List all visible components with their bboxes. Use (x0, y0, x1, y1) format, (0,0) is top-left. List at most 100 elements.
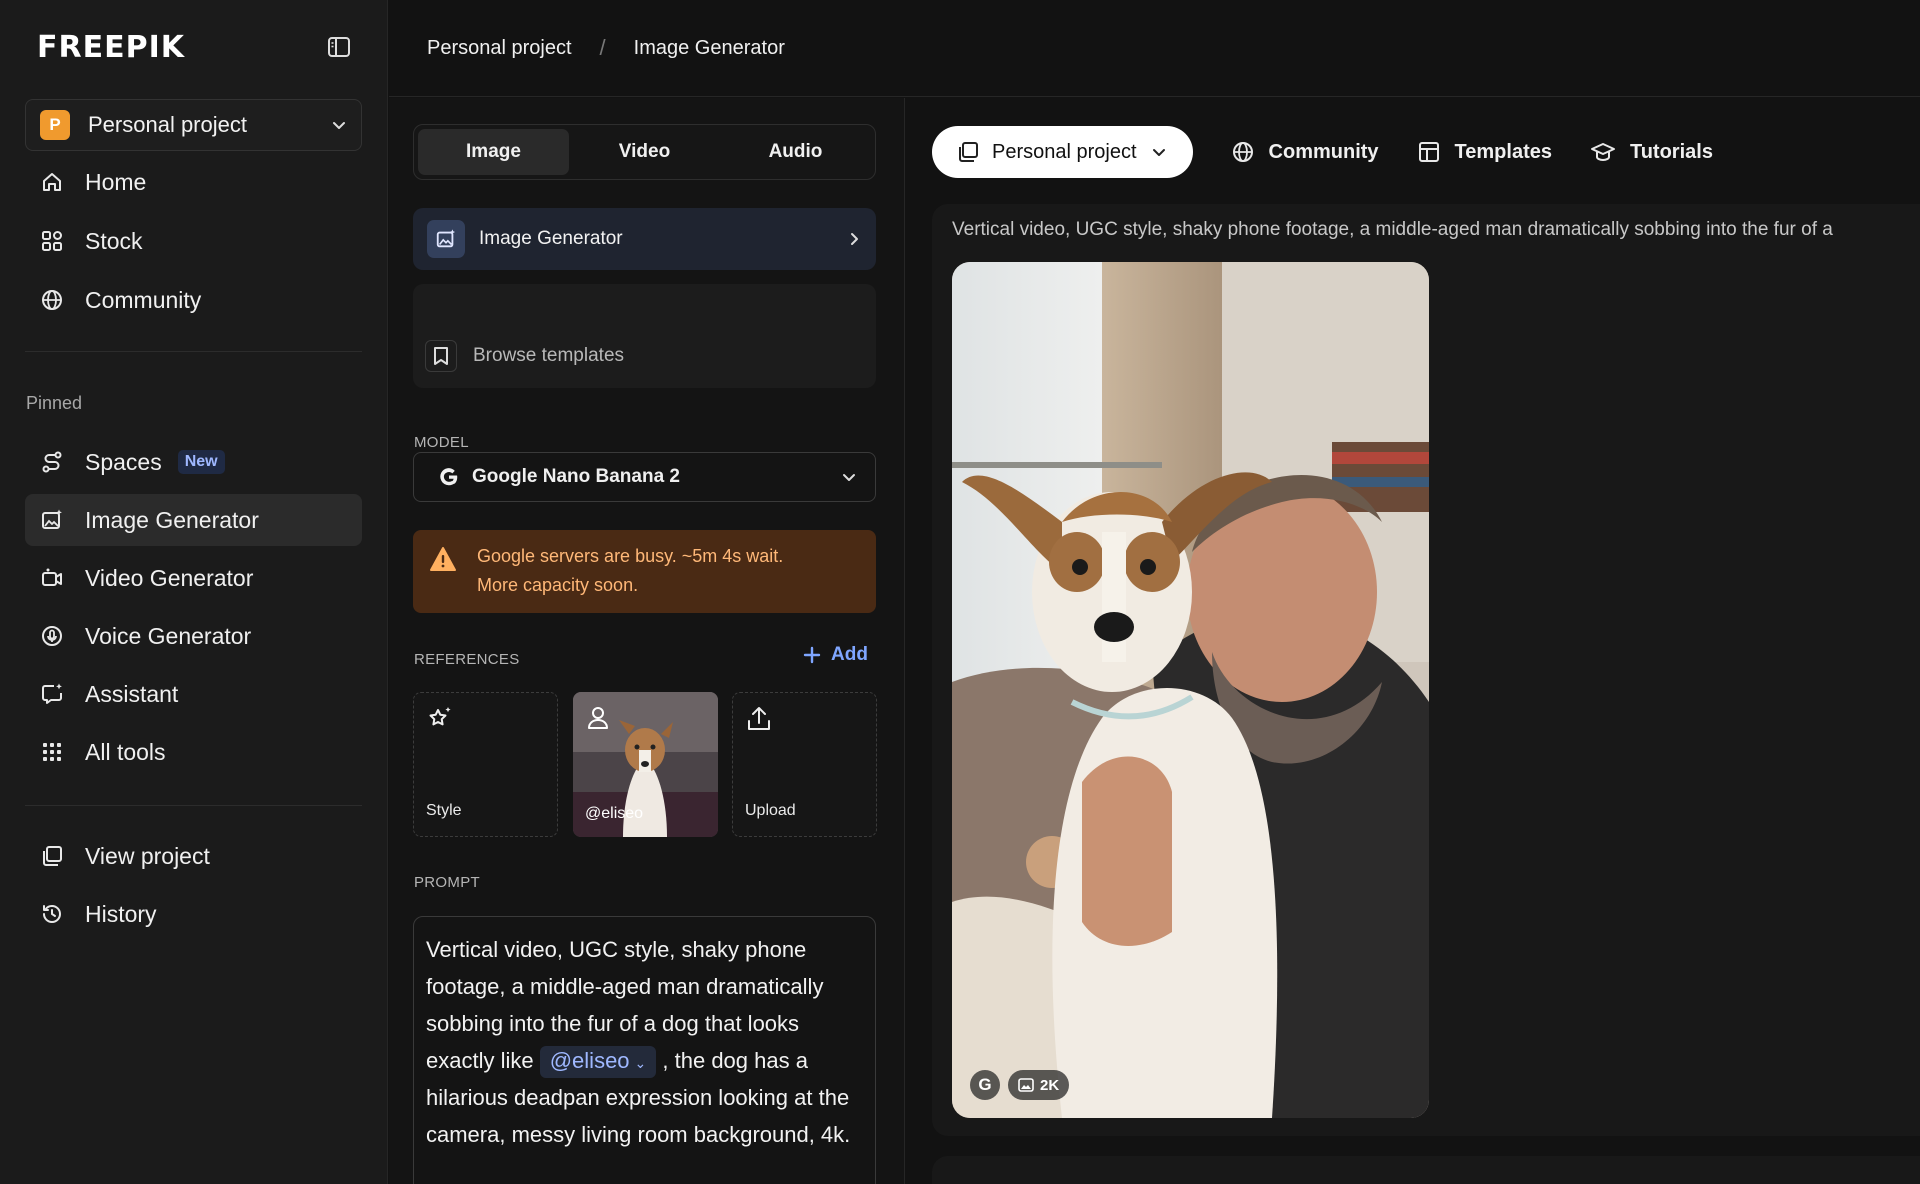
capacity-warning: Google servers are busy. ~5m 4s wait. Mo… (413, 530, 876, 613)
browse-templates-label: Browse templates (473, 345, 625, 366)
project-selector[interactable]: P Personal project (25, 99, 362, 151)
sidebar-item-label: Video Generator (85, 564, 254, 591)
breadcrumb-current-page: Image Generator (633, 36, 785, 59)
sidebar-item-all-tools[interactable]: All tools (25, 726, 362, 778)
sidebar-item-voice-generator[interactable]: Voice Generator (25, 610, 362, 662)
globe-icon (1231, 140, 1255, 164)
tab-label: Community (1268, 140, 1379, 163)
tool-selector[interactable]: Image Generator (413, 208, 876, 270)
add-reference-button[interactable]: Add (803, 644, 868, 666)
tab-community[interactable]: Community (1231, 140, 1379, 164)
model-name: Google Nano Banana 2 (472, 466, 680, 487)
mention-label: @eliseo (549, 1048, 630, 1073)
sidebar-item-video-generator[interactable]: Video Generator (25, 552, 362, 604)
sidebar-item-label: View project (85, 842, 210, 869)
prompt-text: Vertical video, UGC style, shaky phone f… (426, 931, 863, 1153)
google-icon (438, 466, 460, 488)
style-label: Style (426, 802, 462, 819)
chevron-down-icon (331, 117, 347, 133)
assistant-icon (38, 680, 66, 708)
project-name: Personal project (88, 112, 247, 137)
project-icon (38, 842, 66, 870)
tab-tutorials[interactable]: Tutorials (1590, 140, 1713, 164)
freepik-logo[interactable]: FREEPIK (37, 30, 357, 66)
sidebar-item-assistant[interactable]: Assistant (25, 668, 362, 720)
pinned-section-title: Pinned (26, 393, 83, 413)
sidebar-item-home[interactable]: Home (25, 156, 362, 208)
sidebar-item-label: Community (85, 286, 202, 313)
plus-icon (803, 646, 821, 664)
templates-icon (1417, 140, 1441, 164)
upload-icon (745, 705, 773, 733)
graduation-cap-icon (1590, 140, 1616, 164)
browse-templates-row: Browse templates (425, 340, 624, 372)
references-label: REFERENCES (414, 651, 520, 668)
sidebar: FREEPIK P Personal project Home Stock Co… (0, 0, 388, 1184)
breadcrumb-separator: / (599, 35, 606, 60)
sidebar-item-label: Stock (85, 227, 143, 254)
generation-result-card (932, 1156, 1920, 1184)
sidebar-item-stock[interactable]: Stock (25, 215, 362, 267)
sparkle-star-icon (426, 705, 454, 733)
image-icon (1018, 1078, 1034, 1092)
sidebar-item-label: Assistant (85, 680, 179, 707)
chevron-down-icon (841, 469, 857, 485)
sidebar-item-label: Spaces (85, 448, 162, 475)
prompt-textarea[interactable]: Vertical video, UGC style, shaky phone f… (413, 916, 876, 1184)
tab-image[interactable]: Image (418, 129, 569, 175)
sidebar-toggle-icon[interactable] (327, 36, 353, 60)
sidebar-item-history[interactable]: History (25, 888, 362, 940)
grid-icon (38, 227, 66, 255)
tab-label: Templates (1454, 140, 1552, 163)
chevron-down-icon (1151, 144, 1167, 160)
divider (25, 805, 362, 806)
chevron-down-icon: ⌄ (634, 1055, 647, 1071)
browse-templates-card[interactable]: Browse templates (413, 284, 876, 388)
sidebar-item-label: Voice Generator (85, 622, 252, 649)
model-label: MODEL (414, 434, 469, 451)
sidebar-item-label: History (85, 900, 157, 927)
divider (25, 351, 362, 352)
tab-label: Tutorials (1629, 140, 1713, 163)
tab-video[interactable]: Video (569, 129, 720, 175)
resolution-badge: 2K (1008, 1070, 1070, 1100)
breadcrumb-project[interactable]: Personal project (427, 37, 572, 60)
model-select[interactable]: Google Nano Banana 2 (413, 452, 876, 502)
sidebar-item-view-project[interactable]: View project (25, 830, 362, 882)
warning-line-1: Google servers are busy. ~5m 4s wait. (477, 546, 784, 566)
project-avatar: P (40, 110, 70, 140)
voice-generator-icon (38, 622, 66, 650)
sidebar-item-community[interactable]: Community (25, 274, 362, 326)
media-type-tabs: Image Video Audio (413, 124, 876, 180)
logo-row: FREEPIK (37, 30, 357, 66)
mention-chip[interactable]: @eliseo ⌄ (539, 1046, 657, 1078)
sidebar-item-label: All tools (85, 738, 166, 765)
reference-photo-label: @eliseo (585, 805, 644, 822)
chevron-right-icon (846, 231, 862, 247)
breadcrumb: Personal project / Image Generator (427, 35, 785, 61)
sidebar-item-label: Home (85, 168, 147, 195)
top-bar: Personal project / Image Generator (389, 0, 1920, 97)
sidebar-item-image-generator[interactable]: Image Generator (25, 494, 362, 546)
image-generator-icon (38, 506, 66, 534)
reference-photo-eliseo[interactable]: @eliseo (573, 692, 718, 837)
tab-templates[interactable]: Templates (1417, 140, 1552, 164)
warning-line-2: More capacity soon. (477, 575, 639, 595)
home-icon (38, 168, 66, 196)
image-badges: G 2K (970, 1070, 1070, 1100)
apps-grid-icon (38, 738, 66, 766)
tab-audio[interactable]: Audio (720, 129, 871, 175)
result-prompt-caption[interactable]: Vertical video, UGC style, shaky phone f… (952, 219, 1833, 241)
reference-style[interactable]: Style (413, 692, 558, 837)
sidebar-item-label: Image Generator (85, 506, 259, 533)
user-icon (585, 704, 611, 730)
spaces-icon (38, 448, 66, 476)
results-area: Personal project Community Templates Tut… (906, 98, 1920, 1184)
prompt-label: PROMPT (414, 874, 480, 891)
sidebar-item-spaces[interactable]: Spaces New (25, 436, 362, 488)
image-generator-icon (427, 220, 465, 258)
generated-image[interactable]: G 2K (952, 262, 1429, 1118)
results-nav: Personal project Community Templates Tut… (932, 126, 1713, 178)
reference-upload[interactable]: Upload (732, 692, 877, 837)
project-filter-select[interactable]: Personal project (932, 126, 1193, 178)
